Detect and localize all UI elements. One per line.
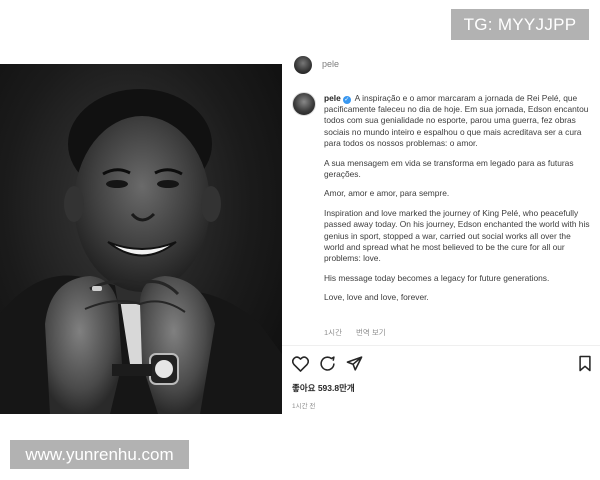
caption-paragraph-2: A sua mensagem em vida se transforma em … [324, 157, 574, 179]
heart-icon[interactable] [292, 355, 309, 372]
watermark-top: TG: MYYJJPP [451, 9, 589, 40]
avatar[interactable] [294, 56, 312, 74]
post-panel: pele pele ✓ A inspiração e o amor marcara… [282, 56, 600, 414]
post-caption: pele ✓ A inspiração e o amor marcaram a j… [324, 93, 592, 312]
bookmark-icon[interactable] [578, 355, 592, 377]
divider [282, 345, 600, 346]
send-icon[interactable] [346, 355, 363, 372]
portrait-illustration [0, 89, 282, 414]
instagram-post: pele pele ✓ A inspiração e o amor marcara… [0, 56, 600, 414]
caption-meta: 1시간 번역 보기 [324, 327, 386, 338]
post-actions [292, 355, 363, 372]
post-photo [0, 64, 282, 414]
likes-count[interactable]: 좋아요 593.8만개 [292, 382, 355, 394]
watermark-bottom: www.yunrenhu.com [10, 440, 189, 469]
caption-avatar[interactable] [292, 92, 316, 116]
caption-paragraph-6: Love, love and love, forever. [324, 292, 429, 303]
translate-link[interactable]: 번역 보기 [356, 327, 386, 338]
caption-paragraph-3: Amor, amor e amor, para sempre. [324, 188, 450, 199]
caption-paragraph-5: His message today becomes a legacy for f… [324, 272, 550, 283]
caption-paragraph-4: Inspiration and love marked the journey … [324, 208, 590, 263]
verified-badge-icon: ✓ [342, 96, 351, 104]
caption-username[interactable]: pele [324, 93, 341, 103]
top-username[interactable]: pele [322, 59, 339, 69]
caption-time: 1시간 [324, 328, 342, 337]
comment-icon[interactable] [319, 355, 336, 372]
caption-paragraph-1: A inspiração e o amor marcaram a jornada… [324, 93, 589, 148]
post-timestamp: 1시간 전 [292, 403, 316, 410]
